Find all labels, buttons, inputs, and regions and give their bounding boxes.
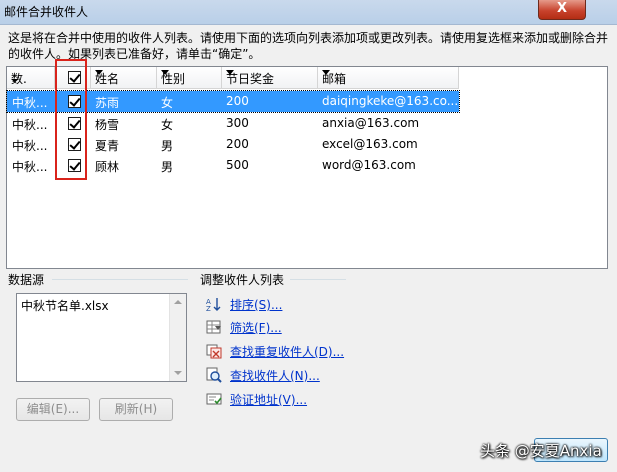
email-cell: anxia@163.com: [322, 116, 420, 130]
row-checkbox[interactable]: [68, 159, 81, 172]
description-text: 这是将在合并中使用的收件人列表。请使用下面的选项向列表添加项或更改列表。请使用复…: [8, 31, 609, 61]
name-cell: 杨雪: [95, 118, 120, 132]
bonus-cell: 300: [226, 116, 249, 130]
column-header-email[interactable]: 邮箱: [318, 67, 459, 89]
find-recipient-icon: [206, 367, 222, 383]
watermark-text: 头条 @安夏Anxia: [480, 442, 602, 460]
gender-cell: 女: [161, 96, 174, 110]
column-header-checkbox[interactable]: [55, 67, 91, 89]
bonus-cell: 200: [226, 137, 249, 151]
gender-cell: 男: [161, 139, 174, 153]
dropdown-arrow-icon[interactable]: [95, 70, 103, 75]
source-cell: 中秋...: [12, 139, 48, 153]
name-cell: 夏青: [95, 139, 120, 153]
title-bar: 邮件合并收件人 X: [0, 0, 617, 25]
select-all-checkbox[interactable]: [68, 71, 81, 84]
dropdown-arrow-icon[interactable]: [226, 70, 234, 75]
column-header-source[interactable]: 数.: [7, 67, 55, 89]
find-duplicates-link[interactable]: 查找重复收件人(D)...: [230, 343, 344, 360]
source-cell: 中秋...: [12, 118, 48, 132]
edit-button[interactable]: 编辑(E)...: [16, 398, 90, 421]
refresh-button[interactable]: 刷新(H): [99, 398, 173, 421]
table-row[interactable]: 中秋... 杨雪 女 300 anxia@163.com: [7, 113, 459, 134]
row-checkbox[interactable]: [68, 117, 81, 130]
row-checkbox[interactable]: [68, 95, 81, 108]
column-header-gender[interactable]: 性别: [157, 67, 222, 89]
divider: [290, 279, 346, 280]
dropdown-arrow-icon[interactable]: [161, 70, 169, 75]
validate-address-icon: [206, 393, 222, 405]
gender-cell: 男: [161, 160, 174, 174]
sort-link[interactable]: 排序(S)...: [230, 296, 282, 313]
dropdown-arrow-icon[interactable]: [322, 70, 330, 75]
sort-icon: A Z: [206, 298, 221, 312]
divider: [52, 279, 188, 280]
vertical-scrollbar[interactable]: [169, 294, 186, 381]
svg-text:Z: Z: [206, 305, 211, 312]
datasource-label: 数据源: [8, 273, 45, 287]
email-cell: word@163.com: [322, 158, 416, 172]
window-title: 邮件合并收件人: [4, 5, 89, 19]
close-button[interactable]: X: [538, 0, 586, 20]
close-icon: X: [556, 1, 568, 16]
find-duplicates-icon: [206, 344, 222, 359]
email-cell: excel@163.com: [322, 137, 418, 151]
table-row[interactable]: 中秋... 夏青 男 200 excel@163.com: [7, 134, 459, 155]
scroll-up-icon[interactable]: [174, 300, 182, 304]
gender-cell: 女: [161, 118, 174, 132]
column-header-bonus[interactable]: 节日奖金: [222, 67, 318, 89]
column-header-name[interactable]: 姓名: [91, 67, 157, 89]
bonus-cell: 500: [226, 158, 249, 172]
email-cell: daiqingkeke@163.co...: [322, 94, 458, 108]
table-row[interactable]: 中秋... 苏雨 女 200 daiqingkeke@163.co...: [6, 90, 460, 113]
source-cell: 中秋...: [12, 160, 48, 174]
name-cell: 苏雨: [95, 96, 120, 110]
row-checkbox[interactable]: [68, 138, 81, 151]
name-cell: 顾林: [95, 160, 120, 174]
find-recipient-link[interactable]: 查找收件人(N)...: [230, 367, 320, 384]
scroll-down-icon[interactable]: [174, 371, 182, 375]
sort-arrow-icon: [11, 79, 19, 82]
bonus-cell: 200: [226, 94, 249, 108]
filter-link[interactable]: 筛选(F)...: [230, 319, 282, 336]
datasource-item[interactable]: 中秋节名单.xlsx: [21, 297, 109, 314]
validate-address-link[interactable]: 验证地址(V)...: [230, 391, 307, 408]
table-row[interactable]: 中秋... 顾林 男 500 word@163.com: [7, 155, 459, 176]
filter-icon: [206, 320, 221, 334]
source-cell: 中秋...: [12, 96, 48, 110]
refine-list-label: 调整收件人列表: [200, 273, 285, 287]
datasource-list[interactable]: 中秋节名单.xlsx: [16, 293, 187, 382]
recipient-list[interactable]: 数. 姓名 性别 节日奖金 邮箱 中秋... 苏雨 女 200 daiqingk…: [6, 66, 608, 269]
